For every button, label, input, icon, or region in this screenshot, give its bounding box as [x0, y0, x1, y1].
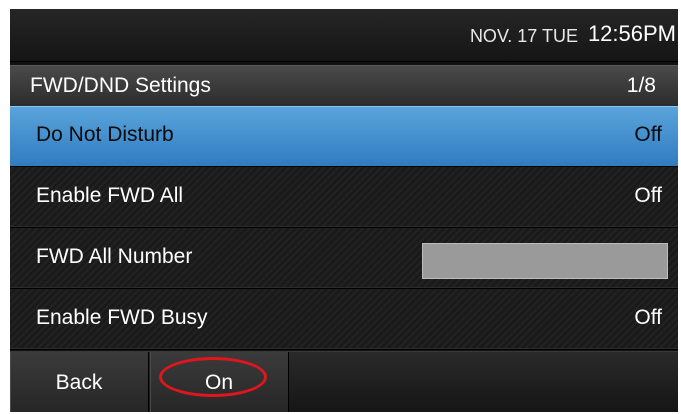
settings-header: FWD/DND Settings 1/8	[10, 65, 678, 106]
status-bar: NOV. 17 TUE 12:56PM	[10, 9, 678, 62]
highlight-circle-annotation	[159, 357, 267, 397]
phone-screen: NOV. 17 TUE 12:56PM FWD/DND Settings 1/8…	[10, 9, 678, 412]
setting-value: Off	[634, 123, 662, 146]
settings-list: Do Not Disturb Off Enable FWD All Off FW…	[10, 106, 678, 350]
setting-row-enable-fwd-busy[interactable]: Enable FWD Busy Off	[10, 289, 678, 350]
setting-row-do-not-disturb[interactable]: Do Not Disturb Off	[10, 106, 678, 167]
setting-label: FWD All Number	[36, 245, 193, 268]
page-indicator: 1/8	[626, 74, 656, 97]
setting-value: Off	[634, 306, 662, 329]
softkey-bar: Back On	[10, 351, 678, 412]
setting-row-fwd-all-number[interactable]: FWD All Number	[10, 228, 678, 289]
status-time: 12:56PM	[587, 21, 676, 46]
setting-label: Do Not Disturb	[36, 123, 174, 146]
status-date: NOV. 17 TUE	[469, 26, 578, 46]
setting-label: Enable FWD All	[36, 184, 184, 207]
fwd-all-number-field[interactable]	[422, 243, 668, 279]
back-button[interactable]: Back	[10, 352, 149, 412]
setting-label: Enable FWD Busy	[36, 306, 208, 329]
setting-value: Off	[634, 184, 662, 207]
page-title: FWD/DND Settings	[30, 74, 211, 97]
setting-row-enable-fwd-all[interactable]: Enable FWD All Off	[10, 167, 678, 228]
